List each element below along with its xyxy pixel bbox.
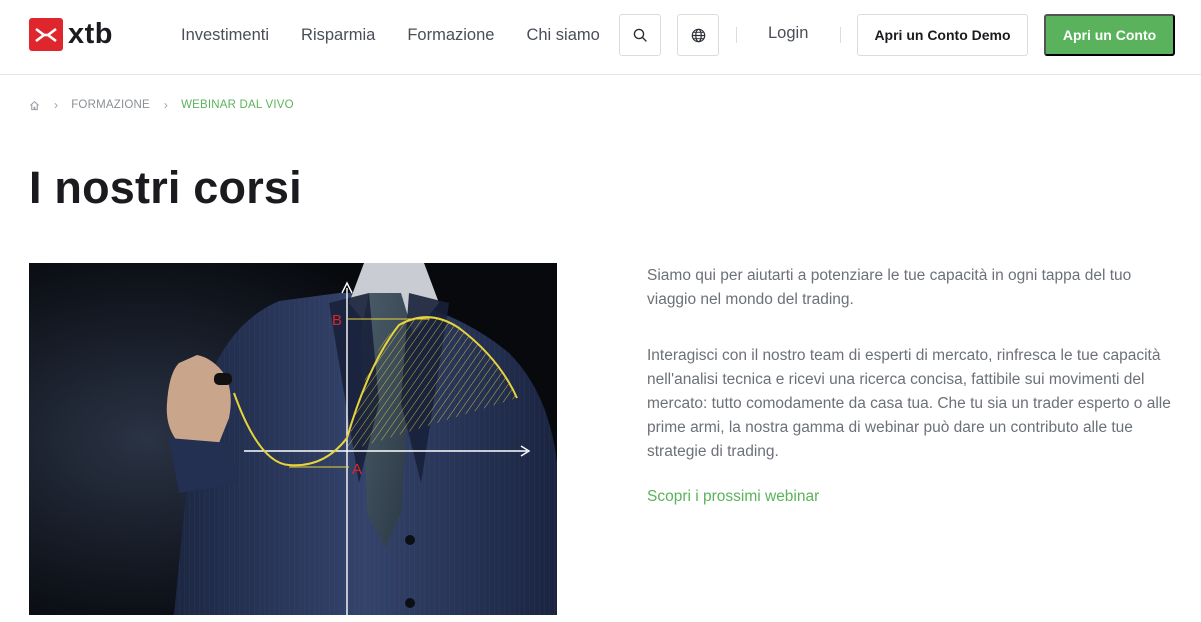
nav-item-formazione[interactable]: Formazione xyxy=(407,26,494,45)
language-button[interactable] xyxy=(677,14,719,56)
xtb-logo[interactable]: xtb xyxy=(29,18,113,51)
header-divider xyxy=(736,27,737,43)
home-icon xyxy=(29,100,40,110)
breadcrumb-separator-icon: › xyxy=(163,98,169,112)
globe-icon xyxy=(691,28,705,42)
search-icon xyxy=(633,28,647,42)
breadcrumb-home-link[interactable] xyxy=(29,100,40,111)
main-nav: Investimenti Risparmia Formazione Chi si… xyxy=(181,0,632,70)
site-header: xtb Investimenti Risparmia Formazione Ch… xyxy=(0,0,1201,75)
login-link[interactable]: Login xyxy=(768,24,808,43)
breadcrumb: › FORMAZIONE › WEBINAR DAL VIVO xyxy=(29,97,294,113)
xtb-logo-text: xtb xyxy=(68,18,113,50)
hero-image: B A xyxy=(29,263,557,615)
page-title: I nostri corsi xyxy=(29,162,302,213)
discover-webinars-link[interactable]: Scopri i prossimi webinar xyxy=(647,488,819,506)
intro-paragraph-2: Interagisci con il nostro team di espert… xyxy=(647,347,1171,460)
breadcrumb-formazione[interactable]: FORMAZIONE xyxy=(71,99,150,111)
chart-label-b: B xyxy=(332,312,342,329)
breadcrumb-separator-icon: › xyxy=(54,98,59,112)
nav-item-investimenti[interactable]: Investimenti xyxy=(181,26,269,45)
search-button[interactable] xyxy=(619,14,661,56)
nav-item-chi-siamo[interactable]: Chi siamo xyxy=(526,26,599,45)
intro-paragraph-1: Siamo qui per aiutarti a potenziare le t… xyxy=(647,267,1132,308)
xtb-logo-mark-icon xyxy=(29,18,63,51)
open-demo-account-button[interactable]: Apri un Conto Demo xyxy=(857,14,1028,56)
nav-item-risparmia[interactable]: Risparmia xyxy=(301,26,375,45)
header-divider xyxy=(840,27,841,43)
breadcrumb-current: WEBINAR DAL VIVO xyxy=(181,99,294,111)
chart-label-a: A xyxy=(352,461,362,478)
open-account-button[interactable]: Apri un Conto xyxy=(1044,14,1175,56)
intro-text: Siamo qui per aiutarti a potenziare le t… xyxy=(647,264,1172,496)
